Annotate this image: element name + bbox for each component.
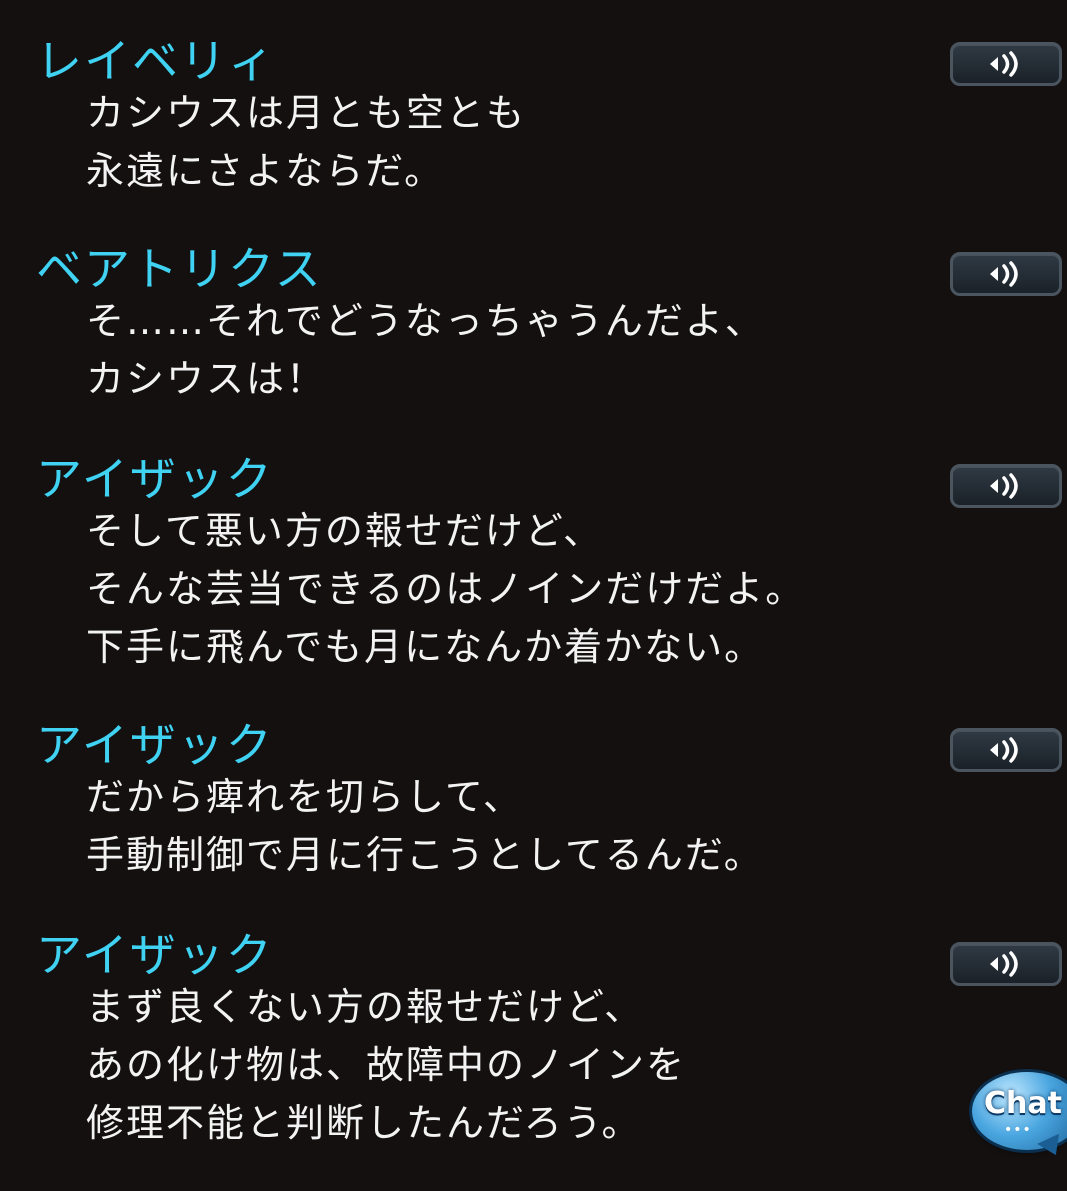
speaker-name: レイベリィ — [36, 34, 276, 88]
dialogue-line: 永遠にさよならだ。 — [86, 149, 445, 193]
speaker-icon — [990, 473, 1018, 499]
dialogue-line: カシウスは月とも空とも — [86, 91, 527, 135]
dialogue-line: 下手に飛んでも月になんか着かない。 — [86, 625, 765, 669]
dialogue-line: そ……それでどうなっちゃうんだよ、 — [86, 299, 765, 343]
dialogue-line: カシウスは！ — [86, 357, 327, 401]
chat-label: Chat — [984, 1086, 1062, 1121]
speaker-icon — [990, 51, 1018, 77]
speaker-name: アイザック — [36, 718, 274, 772]
speaker-name: ベアトリクス — [36, 242, 323, 296]
speaker-name: アイザック — [36, 452, 274, 506]
dialogue-line: だから痺れを切らして、 — [86, 775, 523, 819]
dialogue-line: あの化け物は、故障中のノインを — [86, 1043, 687, 1087]
voice-replay-button[interactable] — [950, 42, 1062, 86]
dialogue-line: そして悪い方の報せだけど、 — [86, 509, 603, 553]
dialogue-log-screen: レイベリィ カシウスは月とも空とも 永遠にさよならだ。 ベアトリクス そ……それ… — [0, 0, 1067, 1191]
dialogue-text: そ……それでどうなっちゃうんだよ、 カシウスは！ — [86, 292, 765, 408]
voice-replay-button[interactable] — [950, 942, 1062, 986]
dialogue-line: そんな芸当できるのはノインだけだよ。 — [86, 567, 806, 611]
dialogue-text: そして悪い方の報せだけど、 そんな芸当できるのはノインだけだよ。 下手に飛んでも… — [86, 502, 805, 676]
chat-dots: ••• — [1004, 1122, 1032, 1138]
speaker-name: アイザック — [36, 928, 274, 982]
dialogue-text: まず良くない方の報せだけど、 あの化け物は、故障中のノインを 修理不能と判断した… — [86, 978, 686, 1152]
speaker-icon — [990, 951, 1018, 977]
dialogue-line: まず良くない方の報せだけど、 — [86, 985, 645, 1029]
voice-replay-button[interactable] — [950, 728, 1062, 772]
dialogue-text: だから痺れを切らして、 手動制御で月に行こうとしてるんだ。 — [86, 768, 764, 884]
voice-replay-button[interactable] — [950, 252, 1062, 296]
speaker-icon — [990, 261, 1018, 287]
dialogue-text: カシウスは月とも空とも 永遠にさよならだ。 — [86, 84, 526, 200]
chat-button[interactable]: Chat ••• — [968, 1068, 1067, 1160]
dialogue-line: 手動制御で月に行こうとしてるんだ。 — [86, 833, 764, 877]
voice-replay-button[interactable] — [950, 464, 1062, 508]
speaker-icon — [990, 737, 1018, 763]
dialogue-line: 修理不能と判断したんだろう。 — [86, 1101, 642, 1145]
